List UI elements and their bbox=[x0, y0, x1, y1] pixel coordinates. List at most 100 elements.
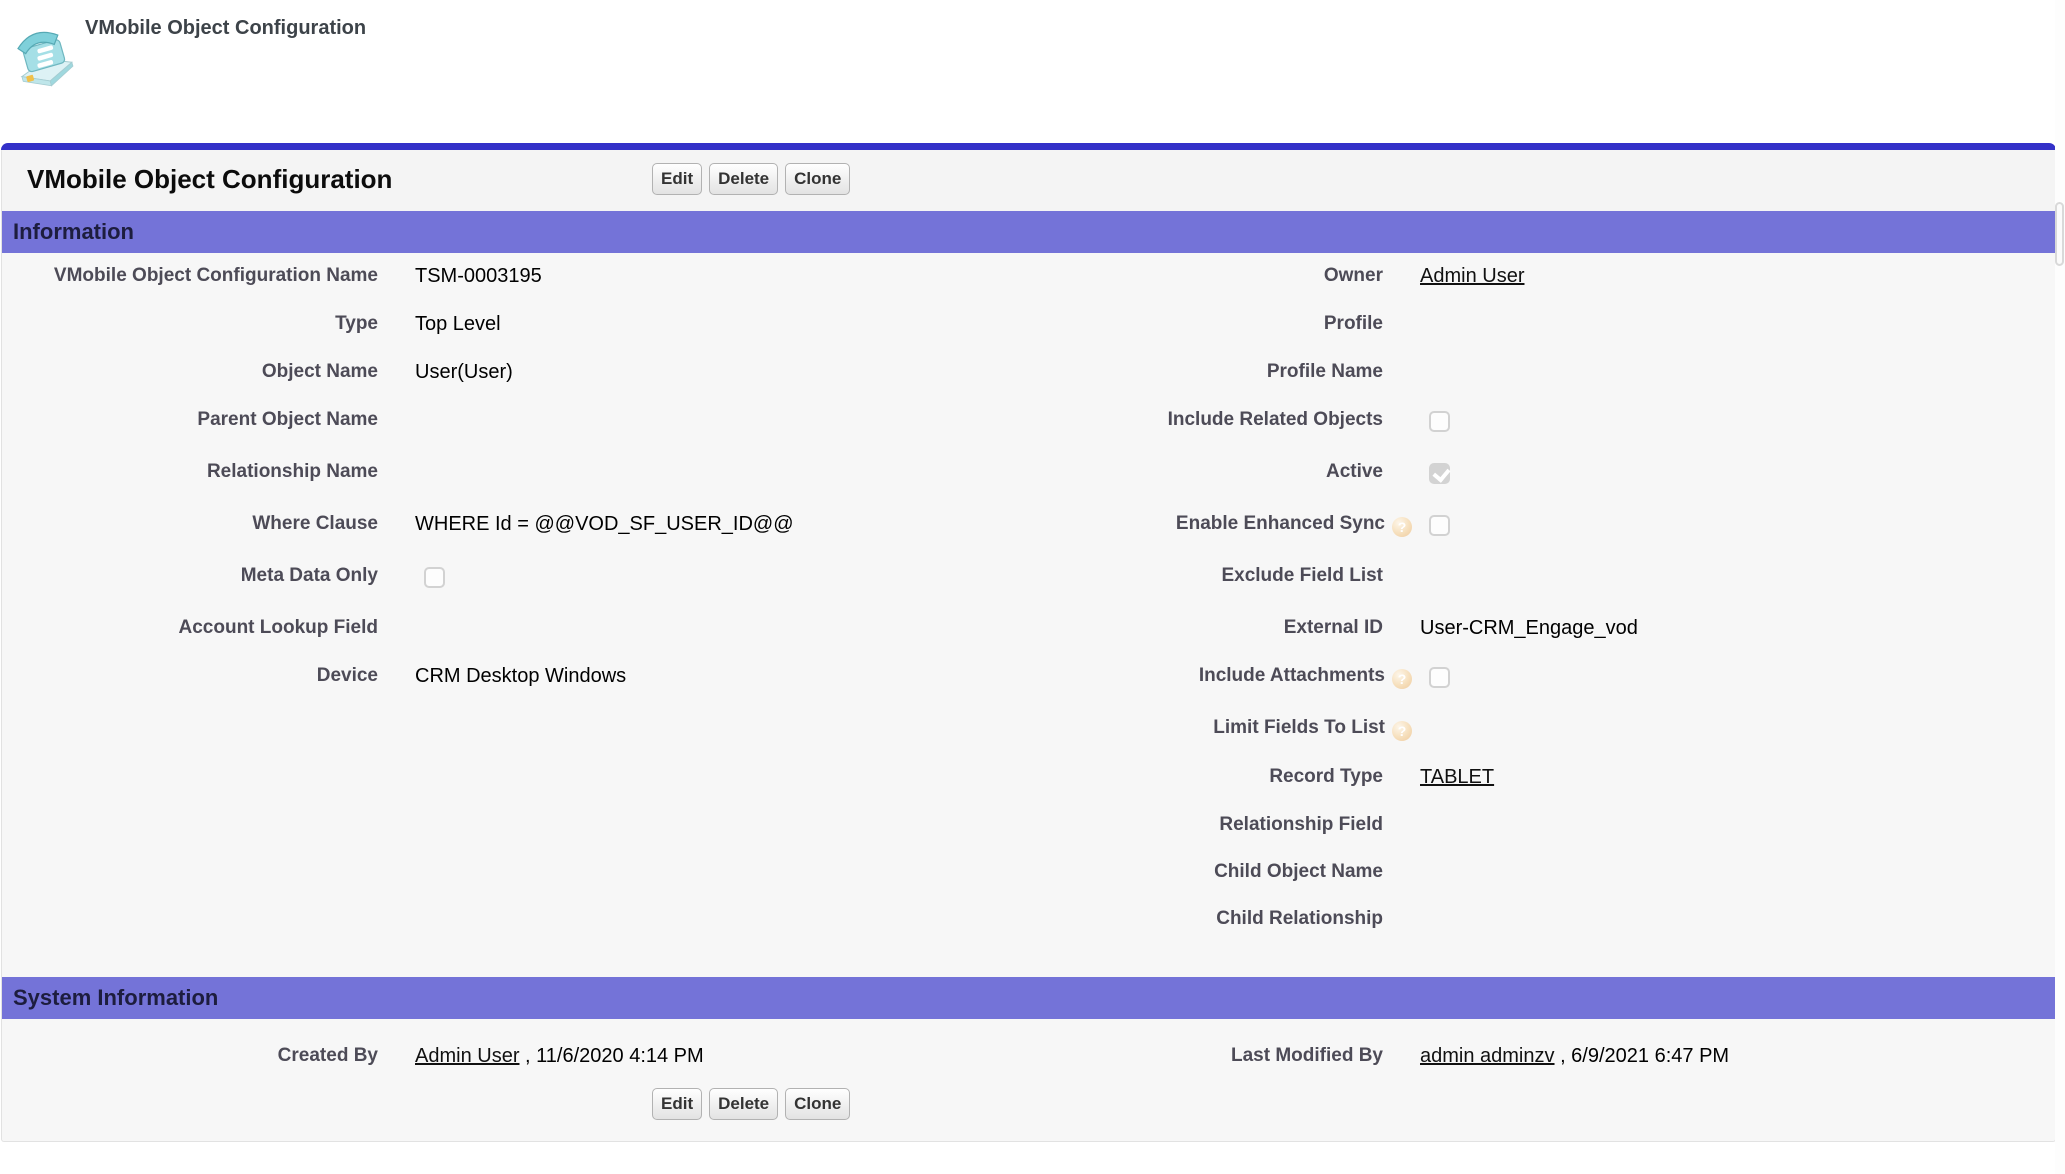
value-profile-name bbox=[1392, 349, 2057, 397]
label-exclude-field-list: Exclude Field List bbox=[1029, 553, 1392, 605]
clone-button-bottom[interactable]: Clone bbox=[785, 1088, 850, 1120]
table-row: Object Name User(User) Profile Name bbox=[2, 349, 2057, 397]
table-row: Parent Object Name Include Related Objec… bbox=[2, 397, 2057, 449]
label-profile: Profile bbox=[1029, 301, 1392, 349]
label-meta-data-only: Meta Data Only bbox=[2, 553, 387, 605]
value-include-attachments bbox=[1392, 653, 2057, 705]
value-child-relationship bbox=[1392, 896, 2057, 943]
information-section-header: Information bbox=[2, 211, 2055, 253]
value-parent-object-name bbox=[387, 397, 1029, 449]
bottom-button-group: Edit Delete Clone bbox=[652, 1088, 850, 1120]
table-row: Limit Fields To List? bbox=[2, 705, 2057, 754]
include-attachments-checkbox bbox=[1429, 667, 1450, 688]
label-profile-name: Profile Name bbox=[1029, 349, 1392, 397]
value-record-type: TABLET bbox=[1392, 754, 2057, 802]
value-meta-data-only bbox=[387, 553, 1029, 605]
value-active bbox=[1392, 449, 2057, 501]
table-row: Meta Data Only Exclude Field List bbox=[2, 553, 2057, 605]
label-object-name: Object Name bbox=[2, 349, 387, 397]
vmobile-object-phone-icon bbox=[11, 18, 75, 88]
table-row: Created By Admin User , 11/6/2020 4:14 P… bbox=[2, 1019, 2057, 1088]
label-last-modified-by: Last Modified By bbox=[1029, 1019, 1392, 1088]
table-row: Where Clause WHERE Id = @@VOD_SF_USER_ID… bbox=[2, 501, 2057, 553]
record-title: VMobile Object Configuration bbox=[27, 164, 392, 195]
delete-button-bottom[interactable]: Delete bbox=[709, 1088, 778, 1120]
record-detail-panel: VMobile Object Configuration Edit Delete… bbox=[1, 143, 2056, 1142]
table-row: Child Object Name bbox=[2, 849, 2057, 896]
value-enable-enhanced-sync bbox=[1392, 501, 2057, 553]
table-row: Device CRM Desktop Windows Include Attac… bbox=[2, 653, 2057, 705]
label-include-related-objects: Include Related Objects bbox=[1029, 397, 1392, 449]
help-icon[interactable]: ? bbox=[1392, 669, 1412, 689]
record-type-link[interactable]: TABLET bbox=[1420, 766, 1494, 788]
meta-data-only-checkbox bbox=[424, 567, 445, 588]
table-row: Child Relationship bbox=[2, 896, 2057, 943]
last-modified-by-link[interactable]: admin adminzv bbox=[1420, 1045, 1555, 1067]
value-object-name: User(User) bbox=[387, 349, 1029, 397]
label-relationship-name: Relationship Name bbox=[2, 449, 387, 501]
top-button-group: Edit Delete Clone bbox=[652, 163, 850, 195]
label-limit-fields-to-list: Limit Fields To List? bbox=[1029, 705, 1392, 754]
owner-link[interactable]: Admin User bbox=[1420, 265, 1524, 287]
scrollbar-thumb[interactable] bbox=[2055, 202, 2064, 266]
page-header: VMobile Object Configuration bbox=[0, 0, 2065, 143]
label-record-type: Record Type bbox=[1029, 754, 1392, 802]
value-include-related-objects bbox=[1392, 397, 2057, 449]
label-include-attachments: Include Attachments? bbox=[1029, 653, 1392, 705]
value-account-lookup-field bbox=[387, 605, 1029, 653]
system-information-table: Created By Admin User , 11/6/2020 4:14 P… bbox=[2, 1019, 2057, 1088]
value-relationship-name bbox=[387, 449, 1029, 501]
clone-button[interactable]: Clone bbox=[785, 163, 850, 195]
label-child-relationship: Child Relationship bbox=[1029, 896, 1392, 943]
value-child-object-name bbox=[1392, 849, 2057, 896]
panel-top-border bbox=[1, 143, 2056, 150]
active-checkbox bbox=[1429, 463, 1450, 484]
table-row: Record Type TABLET bbox=[2, 754, 2057, 802]
value-owner: Admin User bbox=[1392, 253, 2057, 301]
value-profile bbox=[1392, 301, 2057, 349]
label-active: Active bbox=[1029, 449, 1392, 501]
label-owner: Owner bbox=[1029, 253, 1392, 301]
help-icon[interactable]: ? bbox=[1392, 721, 1412, 741]
value-where-clause: WHERE Id = @@VOD_SF_USER_ID@@ bbox=[387, 501, 1029, 553]
value-exclude-field-list bbox=[1392, 553, 2057, 605]
label-relationship-field: Relationship Field bbox=[1029, 802, 1392, 849]
page-title: VMobile Object Configuration bbox=[85, 17, 366, 40]
label-external-id: External ID bbox=[1029, 605, 1392, 653]
value-device: CRM Desktop Windows bbox=[387, 653, 1029, 705]
value-type: Top Level bbox=[387, 301, 1029, 349]
label-enable-enhanced-sync: Enable Enhanced Sync? bbox=[1029, 501, 1392, 553]
label-created-by: Created By bbox=[2, 1019, 387, 1088]
panel-header: VMobile Object Configuration Edit Delete… bbox=[2, 150, 2055, 211]
label-where-clause: Where Clause bbox=[2, 501, 387, 553]
include-related-objects-checkbox bbox=[1429, 411, 1450, 432]
label-account-lookup-field: Account Lookup Field bbox=[2, 605, 387, 653]
vertical-scrollbar[interactable] bbox=[2055, 0, 2065, 1174]
system-information-section-header: System Information bbox=[2, 977, 2055, 1019]
delete-button[interactable]: Delete bbox=[709, 163, 778, 195]
edit-button-bottom[interactable]: Edit bbox=[652, 1088, 702, 1120]
help-icon[interactable]: ? bbox=[1392, 517, 1412, 537]
label-vmobile-object-configuration-name: VMobile Object Configuration Name bbox=[2, 253, 387, 301]
label-child-object-name: Child Object Name bbox=[1029, 849, 1392, 896]
table-row: Relationship Name Active bbox=[2, 449, 2057, 501]
label-device: Device bbox=[2, 653, 387, 705]
table-row: Relationship Field bbox=[2, 802, 2057, 849]
table-row: VMobile Object Configuration Name TSM-00… bbox=[2, 253, 2057, 301]
value-last-modified-by: admin adminzv , 6/9/2021 6:47 PM bbox=[1392, 1019, 2057, 1088]
value-vmobile-object-configuration-name: TSM-0003195 bbox=[387, 253, 1029, 301]
value-relationship-field bbox=[1392, 802, 2057, 849]
last-modified-datetime: , 6/9/2021 6:47 PM bbox=[1555, 1045, 1730, 1067]
label-parent-object-name: Parent Object Name bbox=[2, 397, 387, 449]
table-row: Account Lookup Field External ID User-CR… bbox=[2, 605, 2057, 653]
information-detail-table: VMobile Object Configuration Name TSM-00… bbox=[2, 253, 2057, 943]
value-external-id: User-CRM_Engage_vod bbox=[1392, 605, 2057, 653]
table-row: Type Top Level Profile bbox=[2, 301, 2057, 349]
created-by-link[interactable]: Admin User bbox=[415, 1045, 519, 1067]
bottom-button-row: Edit Delete Clone bbox=[2, 1088, 2055, 1141]
value-limit-fields-to-list bbox=[1392, 705, 2057, 754]
enable-enhanced-sync-checkbox bbox=[1429, 515, 1450, 536]
value-created-by: Admin User , 11/6/2020 4:14 PM bbox=[387, 1019, 1029, 1088]
edit-button[interactable]: Edit bbox=[652, 163, 702, 195]
label-type: Type bbox=[2, 301, 387, 349]
